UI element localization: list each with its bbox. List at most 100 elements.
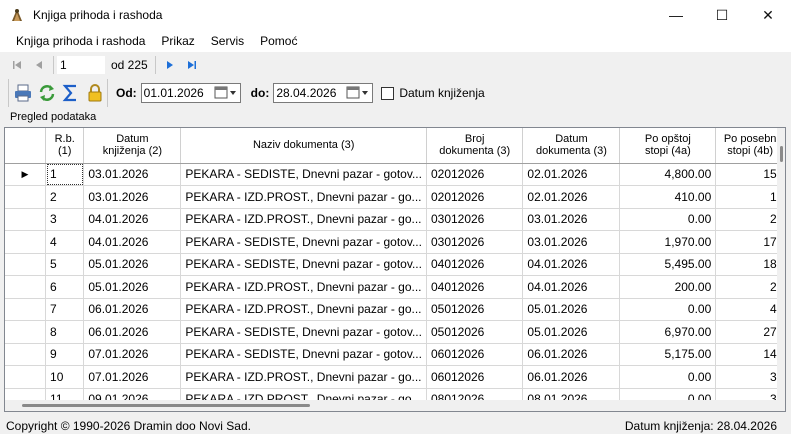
table-cell[interactable]: PEKARA - IZD.PROST., Dnevni pazar - go..…: [180, 185, 427, 209]
refresh-button[interactable]: [35, 81, 59, 105]
horizontal-scroll-thumb[interactable]: [22, 404, 310, 407]
table-cell[interactable]: 2: [45, 185, 85, 209]
column-header[interactable]: R.b. (1): [45, 128, 85, 164]
table-row[interactable]: 7 06.01.2026 PEKARA - IZD.PROST., Dnevni p…: [5, 298, 785, 321]
table-row[interactable]: 2 03.01.2026 PEKARA - IZD.PROST., Dnevni p…: [5, 185, 785, 209]
row-header[interactable]: [5, 230, 47, 254]
lock-button[interactable]: [83, 81, 107, 105]
table-cell[interactable]: 03012026: [426, 208, 524, 231]
table-cell[interactable]: 02012026: [426, 185, 524, 209]
table-cell[interactable]: PEKARA - SEDISTE, Dnevni pazar - gotov..…: [180, 230, 427, 254]
table-cell[interactable]: 04012026: [426, 275, 524, 299]
table-cell[interactable]: 04.01.2026: [522, 275, 621, 299]
table-cell[interactable]: PEKARA - IZD.PROST., Dnevni pazar - go..…: [180, 208, 427, 231]
table-cell[interactable]: 3,: [715, 365, 785, 389]
column-header[interactable]: Po opštoj stopi (4a): [619, 128, 717, 164]
table-cell[interactable]: 1,: [715, 185, 785, 209]
print-button[interactable]: [11, 81, 35, 105]
calendar-dropdown-icon[interactable]: [346, 86, 370, 100]
table-cell[interactable]: PEKARA - IZD.PROST., Dnevni pazar - go..…: [180, 275, 427, 299]
table-cell[interactable]: 04.01.2026: [83, 208, 182, 231]
first-page-button[interactable]: [6, 54, 28, 76]
table-cell[interactable]: 6,970.00: [619, 320, 717, 344]
table-cell[interactable]: 4,: [715, 298, 785, 321]
next-page-button[interactable]: [159, 54, 181, 76]
table-cell[interactable]: PEKARA - SEDISTE, Dnevni pazar - gotov..…: [180, 253, 427, 276]
table-cell[interactable]: 8: [45, 320, 85, 344]
vertical-scroll-thumb[interactable]: [780, 146, 783, 162]
row-header[interactable]: [5, 185, 47, 209]
table-cell[interactable]: 05012026: [426, 320, 524, 344]
row-header[interactable]: [5, 253, 47, 276]
table-cell[interactable]: 05.01.2026: [522, 320, 621, 344]
table-cell[interactable]: 7: [45, 298, 85, 321]
row-header[interactable]: [5, 343, 47, 366]
table-cell[interactable]: 07.01.2026: [83, 365, 182, 389]
table-cell[interactable]: 02012026: [426, 163, 524, 186]
table-row[interactable]: ▶ 1 03.01.2026 PEKARA - SEDISTE, Dnevni paz…: [5, 163, 785, 186]
row-header[interactable]: [5, 365, 47, 389]
current-page-input[interactable]: [57, 56, 105, 74]
table-cell[interactable]: 03012026: [426, 230, 524, 254]
row-header[interactable]: [5, 320, 47, 344]
menu-item-prikaz[interactable]: Prikaz: [153, 30, 202, 52]
posting-date-checkbox[interactable]: [381, 86, 395, 100]
row-header[interactable]: [5, 208, 47, 231]
table-row[interactable]: 3 04.01.2026 PEKARA - IZD.PROST., Dnevni p…: [5, 208, 785, 231]
table-cell[interactable]: 06.01.2026: [83, 320, 182, 344]
table-cell[interactable]: 5: [45, 253, 85, 276]
table-cell[interactable]: 06.01.2026: [83, 298, 182, 321]
minimize-button[interactable]: —: [653, 0, 699, 30]
table-row[interactable]: 5 05.01.2026 PEKARA - SEDISTE, Dnevni paza…: [5, 253, 785, 276]
table-cell[interactable]: 2,: [715, 275, 785, 299]
posting-date-checkbox-label[interactable]: Datum knjiženja: [399, 86, 484, 100]
table-cell[interactable]: 4,800.00: [619, 163, 717, 186]
table-cell[interactable]: PEKARA - SEDISTE, Dnevni pazar - gotov..…: [180, 163, 427, 186]
table-cell[interactable]: 9: [45, 343, 85, 366]
table-cell[interactable]: 17,: [715, 230, 785, 254]
table-cell[interactable]: 3: [45, 208, 85, 231]
maximize-button[interactable]: ☐: [699, 0, 745, 30]
column-header[interactable]: Naziv dokumenta (3): [180, 128, 427, 164]
title-bar[interactable]: Knjiga prihoda i rashoda — ☐ ✕: [0, 0, 791, 30]
table-cell[interactable]: 05.01.2026: [522, 298, 621, 321]
column-header[interactable]: Datum dokumenta (3): [522, 128, 621, 164]
table-cell[interactable]: 03.01.2026: [83, 163, 182, 186]
table-cell[interactable]: 07.01.2026: [83, 343, 182, 366]
table-cell[interactable]: 05.01.2026: [83, 253, 182, 276]
menu-item-pomoc[interactable]: Pomoć: [252, 30, 305, 52]
table-cell[interactable]: 1: [45, 163, 85, 186]
table-cell[interactable]: 04.01.2026: [522, 253, 621, 276]
row-header[interactable]: [5, 298, 47, 321]
close-button[interactable]: ✕: [745, 0, 791, 30]
column-header[interactable]: Po posebn stopi (4b): [715, 128, 785, 164]
data-grid[interactable]: R.b. (1) Datum knjiženja (2) Naziv dokumenta…: [4, 127, 786, 412]
column-header[interactable]: Broj dokumenta (3): [426, 128, 524, 164]
table-cell[interactable]: 06012026: [426, 343, 524, 366]
row-header[interactable]: ▶: [5, 163, 47, 186]
table-cell[interactable]: 18,: [715, 253, 785, 276]
menu-item-knjiga[interactable]: Knjiga prihoda i rashoda: [8, 30, 153, 52]
table-cell[interactable]: 0.00: [619, 298, 717, 321]
table-cell[interactable]: 1,970.00: [619, 230, 717, 254]
table-cell[interactable]: 06.01.2026: [522, 343, 621, 366]
table-cell[interactable]: 410.00: [619, 185, 717, 209]
table-cell[interactable]: 14,: [715, 343, 785, 366]
table-cell[interactable]: 02.01.2026: [522, 185, 621, 209]
table-cell[interactable]: 5,175.00: [619, 343, 717, 366]
table-cell[interactable]: 0.00: [619, 365, 717, 389]
table-cell[interactable]: 200.00: [619, 275, 717, 299]
table-cell[interactable]: 2,: [715, 208, 785, 231]
table-cell[interactable]: 03.01.2026: [522, 208, 621, 231]
table-cell[interactable]: PEKARA - IZD.PROST., Dnevni pazar - go..…: [180, 365, 427, 389]
table-cell[interactable]: 6: [45, 275, 85, 299]
table-cell[interactable]: PEKARA - SEDISTE, Dnevni pazar - gotov..…: [180, 343, 427, 366]
calendar-dropdown-icon[interactable]: [214, 86, 238, 100]
table-cell[interactable]: 05012026: [426, 298, 524, 321]
previous-page-button[interactable]: [28, 54, 50, 76]
table-cell[interactable]: 06.01.2026: [522, 365, 621, 389]
table-cell[interactable]: 02.01.2026: [522, 163, 621, 186]
table-cell[interactable]: 04.01.2026: [83, 230, 182, 254]
table-cell[interactable]: 4: [45, 230, 85, 254]
table-cell[interactable]: 04012026: [426, 253, 524, 276]
